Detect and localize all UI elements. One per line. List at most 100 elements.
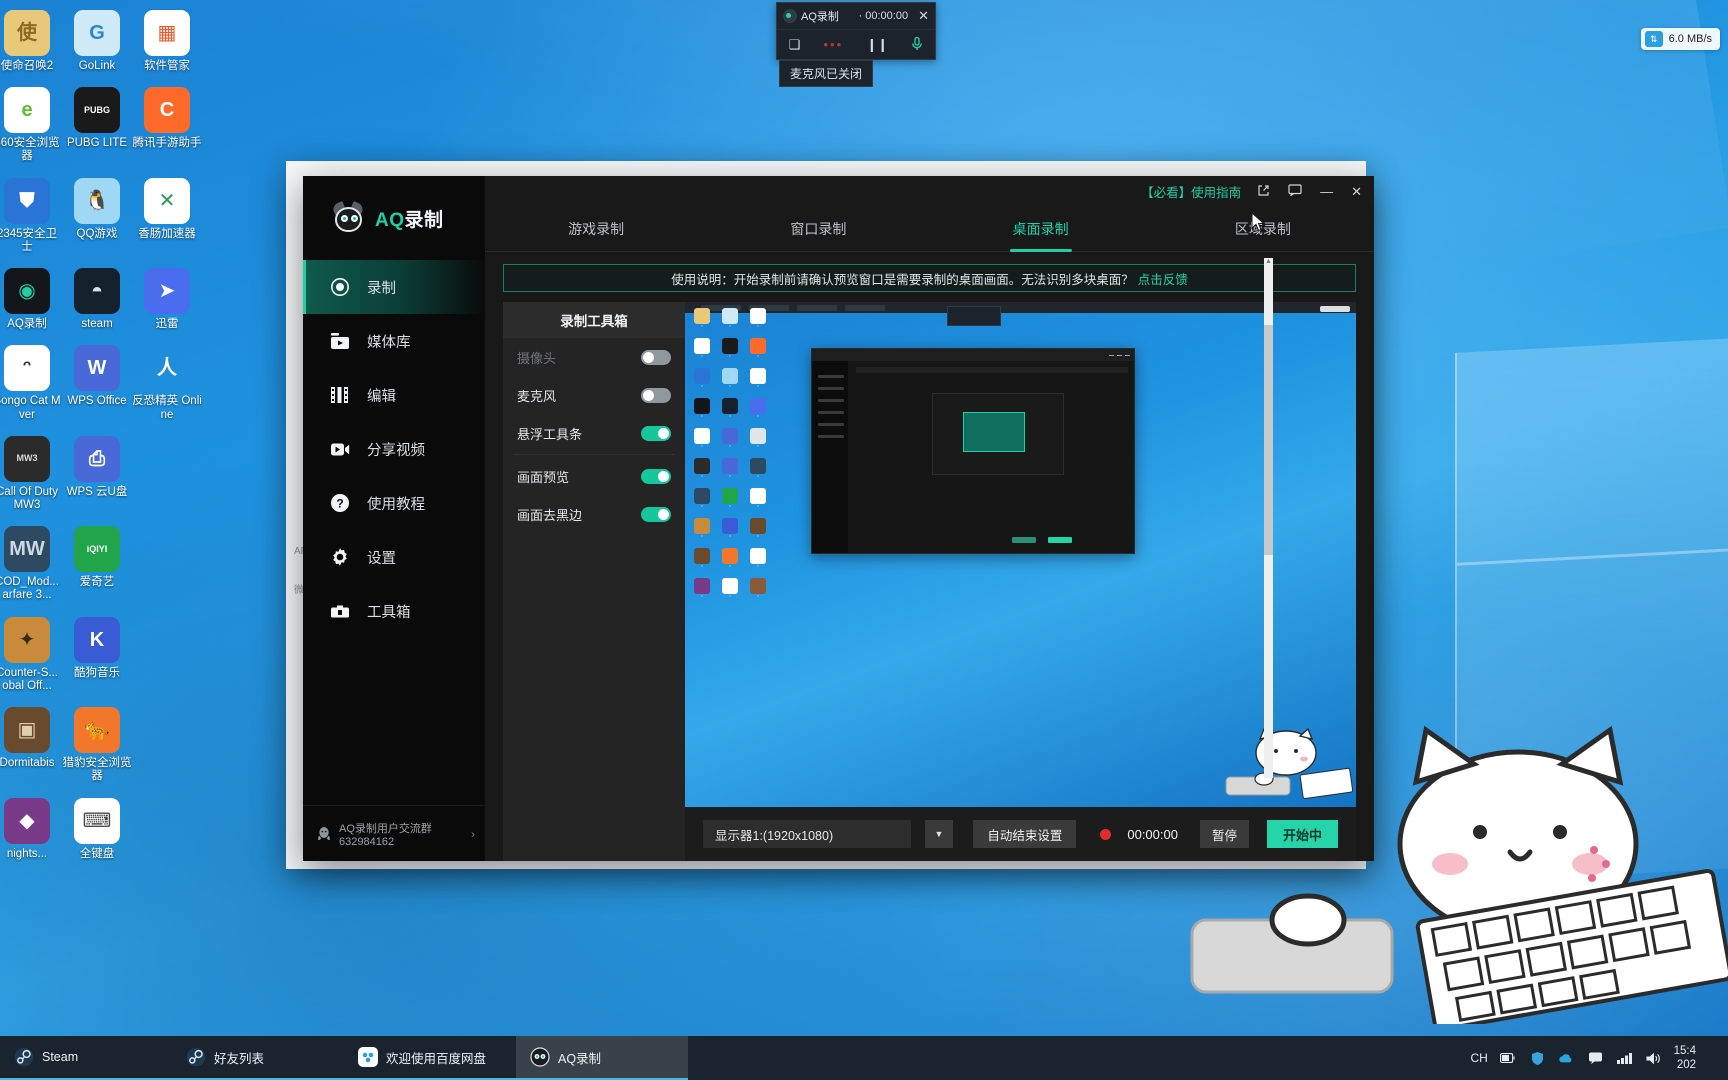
bongo-cat-icon: ᵔ	[4, 345, 50, 392]
close-icon[interactable]: ✕	[912, 8, 929, 24]
tab-3[interactable]: 桌面录制	[930, 206, 1152, 252]
desktop-icon-thunder-icon[interactable]: ➤ 迅雷	[132, 262, 202, 331]
floating-record-toolbar[interactable]: AQ录制 · 00:00:00 ✕ ❑ ••• ❙❙	[776, 2, 936, 60]
toolbox-row-3: 悬浮工具条	[503, 414, 685, 452]
chat-icon[interactable]	[1587, 1050, 1604, 1067]
taskbar-item-1[interactable]: Steam	[0, 1036, 172, 1080]
toolbox-title: 录制工具箱	[503, 302, 685, 338]
preview-desktop-icons: ▪ ▪ ▪ ▪ ▪ ▪ ▪ ▪ ▪ ▪ ▪ ▪ ▪ ▪ ▪ ▪ ▪ ▪ ▪ ▪ ▪ ▪ ▪ ▪ ▪ ▪ ▪ ▪ ▪ ▪	[691, 308, 771, 604]
sidebar-item-gear[interactable]: 设置	[303, 530, 485, 584]
tencent-gamepad-icon: C	[144, 87, 190, 134]
desktop-icon-label: WPS Office	[67, 395, 127, 408]
wps-office-icon: W	[74, 345, 120, 392]
desktop-icon-cheetah-browser-icon[interactable]: 🐆 猎豹安全浏览器	[62, 701, 132, 783]
app-titlebar: 【必看】使用指南 — ✕	[485, 176, 1374, 206]
shield-icon[interactable]	[1529, 1050, 1546, 1067]
desktop-icon-aq-recorder-icon[interactable]: ◉ AQ录制	[0, 262, 62, 331]
minimize-button[interactable]: —	[1318, 185, 1335, 198]
feedback-icon[interactable]	[1286, 184, 1304, 198]
empty-slot	[144, 798, 190, 844]
desktop-icon-label: steam	[81, 318, 113, 331]
sidebar-item-toolbox[interactable]: 工具箱	[303, 584, 485, 638]
monitor-select[interactable]: 显示器1:(1920x1080)	[703, 820, 911, 848]
preview-mini-icon: ▪	[747, 428, 769, 454]
sidebar-item-help-question[interactable]: ? 使用教程	[303, 476, 485, 530]
sidebar-item-record[interactable]: 录制	[303, 260, 485, 314]
feedback-link[interactable]: 点击反馈	[1138, 269, 1188, 288]
desktop-icon-software-manager-icon[interactable]: ▦ 软件管家	[132, 4, 202, 73]
desktop-icon-wps-office-icon[interactable]: W WPS Office	[62, 339, 132, 421]
desktop-icon-nights-game-icon[interactable]: ◆ nights...	[0, 792, 62, 861]
pause-icon[interactable]: ❙❙	[866, 38, 888, 51]
desktop-icon-kugou-music-icon[interactable]: K 酷狗音乐	[62, 611, 132, 693]
usage-guide-link[interactable]: 【必看】使用指南	[1141, 182, 1241, 201]
desktop-icon-tencent-gamepad-icon[interactable]: C 腾讯手游助手	[132, 81, 202, 163]
scrollbar-thumb[interactable]	[1264, 325, 1273, 555]
qq-group-entry[interactable]: AQ录制用户交流群 632984162 ›	[303, 805, 485, 861]
desktop-icon-dormitabis-icon[interactable]: ▣ Dormitabis	[0, 701, 62, 783]
preview-float-toolbar	[947, 306, 1001, 326]
desktop-icon-security-2345-icon[interactable]: ⛊ 2345安全卫士	[0, 172, 62, 254]
toolbox-toggle[interactable]	[641, 468, 671, 484]
preview-mini-icon: ▪	[719, 398, 741, 424]
desktop-icon-pubg-lite-icon[interactable]: PUBG PUBG LITE	[62, 81, 132, 163]
toolbox-toggle[interactable]	[641, 387, 671, 403]
chevron-down-icon[interactable]: ▼	[925, 820, 953, 848]
network-speed-pill[interactable]: ⇅ 6.0 MB/s	[1640, 28, 1720, 50]
sidebar-item-label: 录制	[367, 280, 396, 297]
desktop-icon-cs-online-icon[interactable]: 人反恐精英 Online	[132, 339, 202, 421]
background-window-scrollbar[interactable]: ▲	[1264, 258, 1273, 778]
chevron-right-icon[interactable]: ›	[471, 827, 475, 841]
window-icon[interactable]: ❑	[789, 38, 801, 51]
desktop-icon-csgo-icon[interactable]: ✦ Counter-S... obal Off...	[0, 611, 62, 693]
tab-1[interactable]: 游戏录制	[485, 206, 707, 252]
tab-2[interactable]: 窗口录制	[707, 206, 929, 252]
preview-mini-icon: ▪	[691, 368, 713, 394]
taskbar-item-3[interactable]: 欢迎使用百度网盘	[344, 1036, 516, 1080]
desktop-icon-iqiyi-icon[interactable]: iQIYI 爱奇艺	[62, 520, 132, 602]
desktop-icon-browser-360-icon[interactable]: e 360安全浏览器	[0, 81, 62, 163]
desktop-icon-folder-icon[interactable]: 使使命召唤2	[0, 4, 62, 73]
scroll-up-arrow-icon[interactable]: ▲	[1264, 258, 1273, 265]
external-link-icon[interactable]	[1255, 184, 1272, 199]
golink-icon: G	[74, 10, 120, 56]
ime-indicator[interactable]: CH	[1470, 1050, 1487, 1067]
pubg-lite-icon: PUBG	[74, 87, 120, 134]
sidebar-item-media-library[interactable]: 媒体库	[303, 314, 485, 368]
more-dots-icon[interactable]: •••	[823, 38, 843, 51]
microphone-icon[interactable]	[911, 36, 923, 54]
float-toolbar-header: AQ录制 · 00:00:00 ✕	[777, 3, 935, 29]
desktop-icon-cod-mw3-icon[interactable]: MW3 Call Of Duty MW3	[0, 430, 62, 512]
network-speed-value: 6.0 MB/s	[1668, 33, 1712, 45]
sidebar-item-share-video[interactable]: 分享视频	[303, 422, 485, 476]
battery-icon[interactable]	[1500, 1050, 1517, 1067]
cloud-icon[interactable]	[1558, 1050, 1575, 1067]
sidebar-item-edit-film[interactable]: 编辑	[303, 368, 485, 422]
taskbar-item-label: Steam	[42, 1050, 79, 1064]
taskbar-clock[interactable]: 15:4 202	[1674, 1044, 1696, 1073]
desktop-icon-steam-icon[interactable]: ◓ steam	[62, 262, 132, 331]
toolbox-toggle[interactable]	[641, 506, 671, 522]
recording-status-dot	[1100, 828, 1112, 840]
auto-end-settings-button[interactable]: 自动结束设置	[973, 820, 1077, 848]
show-desktop-icon[interactable]	[1708, 1050, 1716, 1067]
taskbar-item-2[interactable]: 好友列表	[172, 1036, 344, 1080]
desktop-icon-golink-icon[interactable]: G GoLink	[62, 4, 132, 73]
usage-notice-bar: 使用说明：开始录制前请确认预览窗口是需要录制的桌面画面。无法识别多块桌面？ 点击…	[503, 264, 1356, 292]
toolbox-toggle[interactable]	[641, 349, 671, 365]
taskbar-item-4[interactable]: AQ录制	[516, 1036, 688, 1080]
desktop-icon-bongo-cat-icon[interactable]: ᵔ Bongo Cat Mver	[0, 339, 62, 421]
desktop-icon-qq-games-icon[interactable]: 🐧 QQ游戏	[62, 172, 132, 254]
desktop-icon-full-keyboard-icon[interactable]: ⌨ 全键盘	[62, 792, 132, 861]
record-icon	[329, 276, 351, 298]
taskbar-item-label: AQ录制	[558, 1051, 602, 1066]
desktop-icon-wps-cloud-usb-icon[interactable]: ⎙ WPS 云U盘	[62, 430, 132, 512]
volume-icon[interactable]	[1645, 1050, 1662, 1067]
toolbox-toggle[interactable]	[641, 425, 671, 441]
app-sidebar: AQ录制 录制 媒体库 编辑 分享视频? 使用教程 设置 工具箱 AQ录制用户交流群 632…	[303, 176, 485, 861]
steam-friends-icon	[186, 1047, 206, 1067]
desktop-icon-cod-modern-warfare-icon[interactable]: MW COD_Mod... arfare 3...	[0, 520, 62, 602]
desktop-icon-xiangchang-booster-icon[interactable]: ✕ 香肠加速器	[132, 172, 202, 254]
close-button[interactable]: ✕	[1349, 185, 1364, 198]
network-icon[interactable]	[1616, 1050, 1633, 1067]
